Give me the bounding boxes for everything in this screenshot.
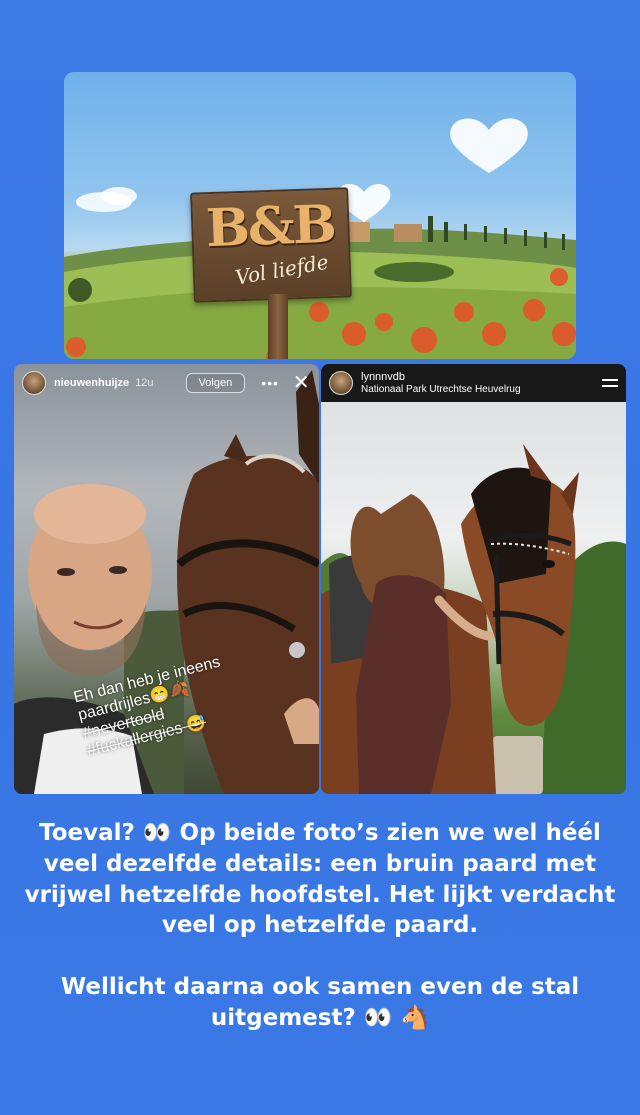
follow-button[interactable]: Volgen — [185, 373, 246, 393]
right-story-header: lynnnvdb Nationaal Park Utrechtse Heuvel… — [321, 364, 626, 402]
sign-post — [268, 294, 288, 359]
body-paragraph-1: Toeval? 👀 Op beide foto’s zien we wel hé… — [24, 820, 616, 939]
more-horizontal-icon[interactable]: ••• — [261, 375, 279, 391]
horse-scene — [321, 444, 626, 794]
user-avatar[interactable] — [329, 371, 353, 395]
bnb-promo-image: B&B Vol liefde — [64, 72, 576, 359]
menu-icon[interactable] — [602, 379, 618, 387]
left-story-header: nieuwenhuijze 12u Volgen ••• ✕ — [14, 364, 319, 402]
close-icon[interactable]: ✕ — [293, 373, 310, 393]
bnb-wooden-sign: B&B Vol liefde — [190, 187, 352, 303]
body-paragraph-2: Wellicht daarna ook samen even de stal u… — [60, 974, 580, 1032]
user-avatar[interactable] — [22, 371, 46, 395]
story-username[interactable]: lynnnvdb — [361, 371, 521, 383]
story-time: 12u — [135, 377, 154, 389]
story-body-text: Toeval? 👀 Op beide foto’s zien we wel hé… — [20, 818, 620, 1034]
story-username[interactable]: nieuwenhuijze — [54, 377, 129, 389]
right-story-screenshot: lynnnvdb Nationaal Park Utrechtse Heuvel… — [321, 364, 626, 794]
story-location[interactable]: Nationaal Park Utrechtse Heuvelrug — [361, 384, 521, 395]
